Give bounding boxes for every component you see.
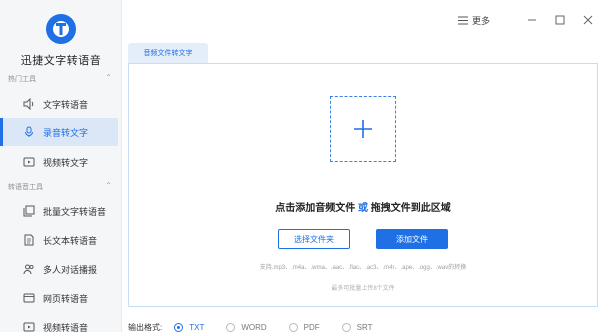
sidebar-item-label: 录音转文字 (43, 127, 89, 138)
tab-label: 音频文件转文字 (143, 50, 193, 57)
output-format-word-radio[interactable]: WORD (226, 323, 267, 332)
radio-dot (174, 323, 184, 332)
speaker-icon (23, 97, 35, 111)
more-label: 更多 (471, 15, 490, 26)
drop-prompt-click: 点击添加音频文件 (275, 203, 356, 214)
file-action-buttons: 选择文件夹 添加文件 (129, 229, 597, 249)
video-icon (23, 156, 35, 168)
radio-label: PDF (303, 323, 320, 332)
people-icon (23, 263, 35, 275)
sidebar-item-video-tts[interactable]: 视频转语音 (0, 313, 118, 332)
upload-limit-text: 最多可批量上传8个文件 (331, 286, 395, 292)
add-file-box[interactable] (330, 96, 396, 162)
output-format-pdf-radio[interactable]: PDF (288, 323, 320, 332)
chevron-up-icon: ⌃ (105, 181, 112, 190)
output-format-srt-radio[interactable]: SRT (341, 323, 373, 332)
sidebar-item-label: 批量文字转语音 (43, 206, 107, 217)
output-format-txt-radio[interactable]: TXT (174, 323, 204, 332)
radio-dot (226, 323, 236, 332)
sidebar-item-video-to-text[interactable]: 视频转文字 (0, 148, 118, 176)
radio-label: SRT (356, 323, 373, 332)
drop-prompt: 点击添加音频文件 或 拖拽文件到此区域 (129, 199, 597, 214)
drop-prompt-or: 或 (358, 203, 368, 214)
sidebar-item-label: 视频转文字 (43, 157, 89, 168)
sidebar-item-label: 文字转语音 (43, 99, 89, 110)
section-hot-tools[interactable]: 热门工具 ⌃ (8, 73, 112, 84)
app-title: 迅捷文字转语音 (20, 55, 102, 67)
hamburger-icon (457, 16, 468, 24)
app-branding: 迅捷文字转语音 (0, 14, 122, 68)
maximize-icon (555, 15, 565, 25)
sidebar-item-label: 长文本转语音 (43, 235, 98, 246)
section-hot-tools-label: 热门工具 (8, 76, 36, 83)
radio-label: TXT (189, 323, 205, 332)
sidebar-item-multi-dialog[interactable]: 多人对话播报 (0, 255, 118, 283)
document-icon (23, 234, 35, 246)
tab-audio-to-text[interactable]: 音频文件转文字 (128, 43, 208, 63)
drop-prompt-drag: 拖拽文件到此区域 (370, 203, 451, 214)
chevron-up-icon: ⌃ (105, 73, 112, 82)
maximize-button[interactable] (552, 12, 568, 28)
sidebar-item-web-tts[interactable]: 网页转语音 (0, 284, 118, 312)
radio-dot (341, 323, 351, 332)
video-icon (23, 321, 35, 332)
radio-label: WORD (241, 323, 267, 332)
sidebar-item-label: 多人对话播报 (43, 264, 98, 275)
batch-icon (23, 205, 35, 217)
sidebar: 迅捷文字转语音 热门工具 ⌃ 文字转语音 录音转文字 视频转文字 转语音工具 ⌃… (0, 0, 122, 332)
file-drop-area[interactable]: 点击添加音频文件 或 拖拽文件到此区域 选择文件夹 添加文件 支持.mp3、.m… (128, 63, 598, 307)
add-file-button[interactable]: 添加文件 (376, 229, 448, 249)
supported-formats-text: 支持.mp3、.m4a、.wma、.aac、.flac、.ac3、.m4r、.a… (259, 265, 467, 271)
more-menu-button[interactable]: 更多 (457, 14, 490, 27)
sidebar-item-label: 视频转语音 (43, 322, 89, 332)
close-icon (583, 15, 593, 25)
output-format-label: 输出格式: (128, 323, 163, 332)
logo-t-glyph-icon (56, 23, 66, 35)
radio-dot (288, 323, 298, 332)
section-convert-tools[interactable]: 转语音工具 ⌃ (8, 181, 112, 192)
select-folder-button[interactable]: 选择文件夹 (278, 229, 350, 249)
sidebar-item-text-to-speech[interactable]: 文字转语音 (0, 90, 118, 118)
section-convert-tools-label: 转语音工具 (8, 184, 43, 191)
output-format-row: 输出格式: TXT WORD PDF SRT (128, 322, 395, 332)
minimize-button[interactable] (524, 12, 540, 28)
sidebar-item-audio-to-text[interactable]: 录音转文字 (0, 118, 118, 146)
sidebar-item-label: 网页转语音 (43, 293, 89, 304)
minimize-icon (528, 19, 536, 21)
sidebar-item-batch-tts[interactable]: 批量文字转语音 (0, 197, 118, 225)
plus-icon (354, 120, 372, 138)
sidebar-item-long-text-tts[interactable]: 长文本转语音 (0, 226, 118, 254)
mic-icon (23, 126, 35, 138)
titlebar-controls: 更多 (457, 12, 596, 28)
app-logo-icon (46, 14, 76, 44)
web-icon (23, 292, 35, 304)
close-button[interactable] (580, 12, 596, 28)
